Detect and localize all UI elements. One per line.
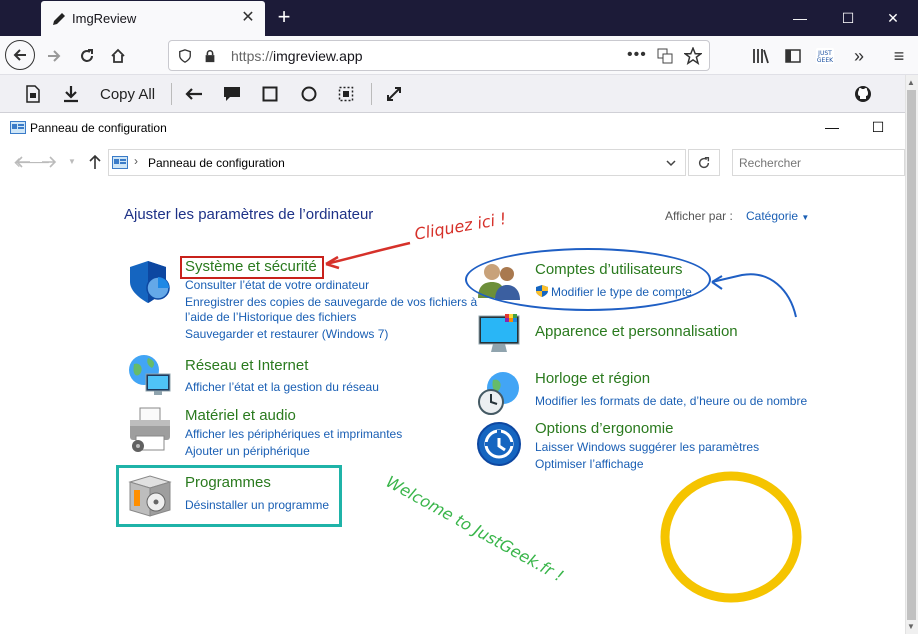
red-arrow-line	[325, 241, 411, 266]
yellow-circle	[660, 471, 802, 603]
blue-arrowhead	[711, 275, 723, 290]
blue-arrow-line	[711, 273, 797, 318]
annotation-overlay	[325, 241, 802, 603]
screenshot-root: ImgReview ✕ + — ☐ ✕ https://imgreview.ap…	[0, 0, 918, 634]
